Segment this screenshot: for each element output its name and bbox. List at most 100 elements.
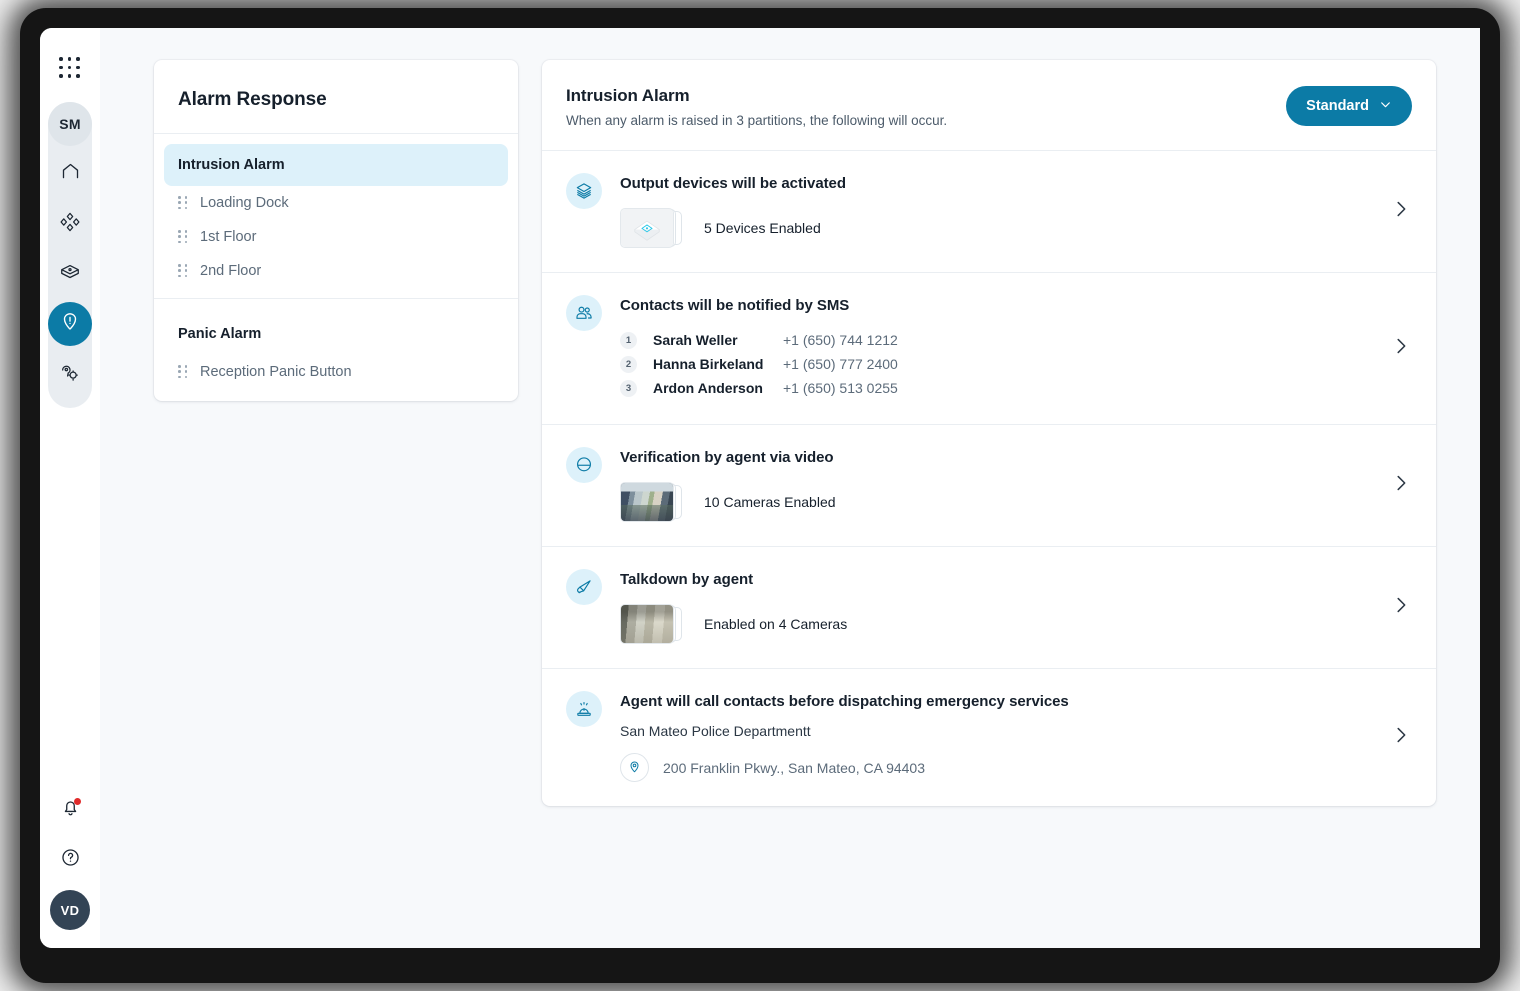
app-window: SM VD Alarm Response Intrusion Alarm Loa… bbox=[40, 28, 1480, 948]
contact-phone: +1 (650) 777 2400 bbox=[783, 356, 898, 372]
thumbnail-front bbox=[620, 604, 674, 644]
partition-label: 1st Floor bbox=[200, 229, 257, 245]
alarm-group-header-panic[interactable]: Panic Alarm bbox=[164, 313, 508, 355]
action-title: Verification by agent via video bbox=[620, 449, 834, 466]
drag-handle-icon[interactable] bbox=[178, 365, 188, 379]
sidebar-bottom: VD bbox=[40, 790, 100, 930]
camera-snapshot-street bbox=[621, 483, 673, 521]
output-device-art bbox=[621, 209, 673, 247]
layers-stack-icon bbox=[566, 173, 602, 209]
thumbnail-front bbox=[620, 208, 674, 248]
contact-list: 1 Sarah Weller +1 (650) 744 1212 2 Hanna… bbox=[620, 328, 1374, 400]
sidebar: SM VD bbox=[40, 28, 100, 948]
action-row-video-verification[interactable]: Verification by agent via video 10 Camer… bbox=[542, 425, 1436, 547]
action-row-emergency-dispatch[interactable]: Agent will call contacts before dispatch… bbox=[542, 669, 1436, 806]
alarm-group-header-intrusion[interactable]: Intrusion Alarm bbox=[164, 144, 508, 186]
alarm-group-panic: Panic Alarm Reception Panic Button bbox=[154, 298, 518, 391]
drag-handle-icon[interactable] bbox=[178, 264, 188, 278]
sidebar-nav: SM bbox=[48, 102, 92, 408]
dispatch-address-row: 200 Franklin Pkwy., San Mateo, CA 94403 bbox=[620, 753, 1374, 782]
content-area: Alarm Response Intrusion Alarm Loading D… bbox=[100, 28, 1480, 948]
action-body: Output devices will be activated 5 Devic… bbox=[620, 175, 1374, 248]
action-body: Contacts will be notified by SMS 1 Sarah… bbox=[620, 297, 1374, 400]
contact-phone: +1 (650) 513 0255 bbox=[783, 380, 898, 396]
notifications-button[interactable] bbox=[50, 790, 90, 830]
megaphone-icon bbox=[566, 569, 602, 605]
thumbnail-stack bbox=[620, 208, 682, 248]
action-body: Agent will call contacts before dispatch… bbox=[620, 693, 1374, 782]
action-title: Talkdown by agent bbox=[620, 571, 754, 588]
map-pin-icon bbox=[620, 753, 649, 782]
contact-name: Ardon Anderson bbox=[653, 380, 763, 396]
thumbnail-stack bbox=[620, 482, 682, 522]
mode-dropdown-label: Standard bbox=[1306, 98, 1369, 114]
dispatch-address: 200 Franklin Pkwy., San Mateo, CA 94403 bbox=[663, 759, 925, 776]
sidebar-item-home[interactable] bbox=[48, 152, 92, 196]
talkdown-count-label: Enabled on 4 Cameras bbox=[704, 616, 848, 632]
contact-row: 2 Hanna Birkeland +1 (650) 777 2400 bbox=[620, 352, 1374, 376]
contact-name: Sarah Weller bbox=[653, 332, 738, 348]
alarm-group-intrusion: Intrusion Alarm Loading Dock 1st Floor 2… bbox=[154, 134, 518, 290]
siren-icon bbox=[566, 691, 602, 727]
sidebar-item-alarms[interactable] bbox=[48, 302, 92, 346]
contact-index: 2 bbox=[620, 355, 637, 373]
partition-label: 2nd Floor bbox=[200, 263, 262, 279]
contact-row: 3 Ardon Anderson +1 (650) 513 0255 bbox=[620, 376, 1374, 400]
help-button[interactable] bbox=[50, 840, 90, 880]
sidebar-item-sites[interactable] bbox=[48, 202, 92, 246]
partition-label: Reception Panic Button bbox=[200, 364, 352, 380]
detail-header-text: Intrusion Alarm When any alarm is raised… bbox=[566, 86, 947, 128]
action-title: Contacts will be notified by SMS bbox=[620, 297, 850, 314]
contact-phone: +1 (650) 744 1212 bbox=[783, 332, 898, 348]
dome-camera-icon bbox=[566, 447, 602, 483]
chevron-right-icon[interactable] bbox=[1390, 198, 1412, 225]
action-title: Output devices will be activated bbox=[620, 175, 846, 192]
alarm-detail-card: Intrusion Alarm When any alarm is raised… bbox=[542, 60, 1436, 806]
sidebar-item-devices[interactable] bbox=[48, 252, 92, 296]
chevron-right-icon[interactable] bbox=[1390, 335, 1412, 362]
chevron-right-icon[interactable] bbox=[1390, 724, 1412, 751]
chevron-right-icon[interactable] bbox=[1390, 472, 1412, 499]
chevron-down-icon bbox=[1379, 98, 1392, 115]
grid-dots-icon[interactable] bbox=[59, 57, 81, 79]
camera-thumbnail-group: 10 Cameras Enabled bbox=[620, 482, 1374, 522]
action-title: Agent will call contacts before dispatch… bbox=[620, 693, 1069, 710]
device-thumbnail-group: 5 Devices Enabled bbox=[620, 208, 1374, 248]
mode-dropdown-button[interactable]: Standard bbox=[1286, 86, 1412, 126]
camera-count-label: 10 Cameras Enabled bbox=[704, 494, 836, 510]
contacts-people-icon bbox=[566, 295, 602, 331]
contact-name: Hanna Birkeland bbox=[653, 356, 764, 372]
dispatch-agency-name: San Mateo Police Departmentt bbox=[620, 723, 811, 739]
contact-index: 1 bbox=[620, 331, 637, 349]
partition-row[interactable]: Loading Dock bbox=[164, 186, 508, 220]
avatar[interactable]: VD bbox=[50, 890, 90, 930]
drag-handle-icon[interactable] bbox=[178, 230, 188, 244]
camera-snapshot-hallway bbox=[621, 605, 673, 643]
partition-label: Loading Dock bbox=[200, 195, 289, 211]
alarm-shield-icon bbox=[59, 311, 81, 338]
notification-dot bbox=[74, 798, 81, 805]
page-title: Alarm Response bbox=[154, 60, 518, 134]
action-body: Verification by agent via video 10 Camer… bbox=[620, 449, 1374, 522]
action-row-output-devices[interactable]: Output devices will be activated 5 Devic… bbox=[542, 151, 1436, 273]
contact-index: 3 bbox=[620, 379, 637, 397]
diamonds-icon bbox=[59, 211, 81, 238]
chevron-right-icon[interactable] bbox=[1390, 594, 1412, 621]
drag-handle-icon[interactable] bbox=[178, 196, 188, 210]
thumbnail-front bbox=[620, 482, 674, 522]
settings-tag-icon bbox=[59, 361, 81, 388]
alarm-response-card: Alarm Response Intrusion Alarm Loading D… bbox=[154, 60, 518, 401]
partition-row[interactable]: 1st Floor bbox=[164, 220, 508, 254]
detail-title: Intrusion Alarm bbox=[566, 86, 690, 105]
detail-subtitle: When any alarm is raised in 3 partitions… bbox=[566, 113, 948, 128]
sidebar-item-settings[interactable] bbox=[48, 352, 92, 396]
org-badge[interactable]: SM bbox=[48, 102, 92, 146]
partition-row[interactable]: 2nd Floor bbox=[164, 254, 508, 288]
action-row-sms-contacts[interactable]: Contacts will be notified by SMS 1 Sarah… bbox=[542, 273, 1436, 425]
partition-row[interactable]: Reception Panic Button bbox=[164, 355, 508, 389]
contact-row: 1 Sarah Weller +1 (650) 744 1212 bbox=[620, 328, 1374, 352]
action-row-talkdown[interactable]: Talkdown by agent Enabled on 4 Cameras bbox=[542, 547, 1436, 669]
help-circle-icon bbox=[60, 847, 81, 873]
action-body: Talkdown by agent Enabled on 4 Cameras bbox=[620, 571, 1374, 644]
device-count-label: 5 Devices Enabled bbox=[704, 220, 821, 236]
